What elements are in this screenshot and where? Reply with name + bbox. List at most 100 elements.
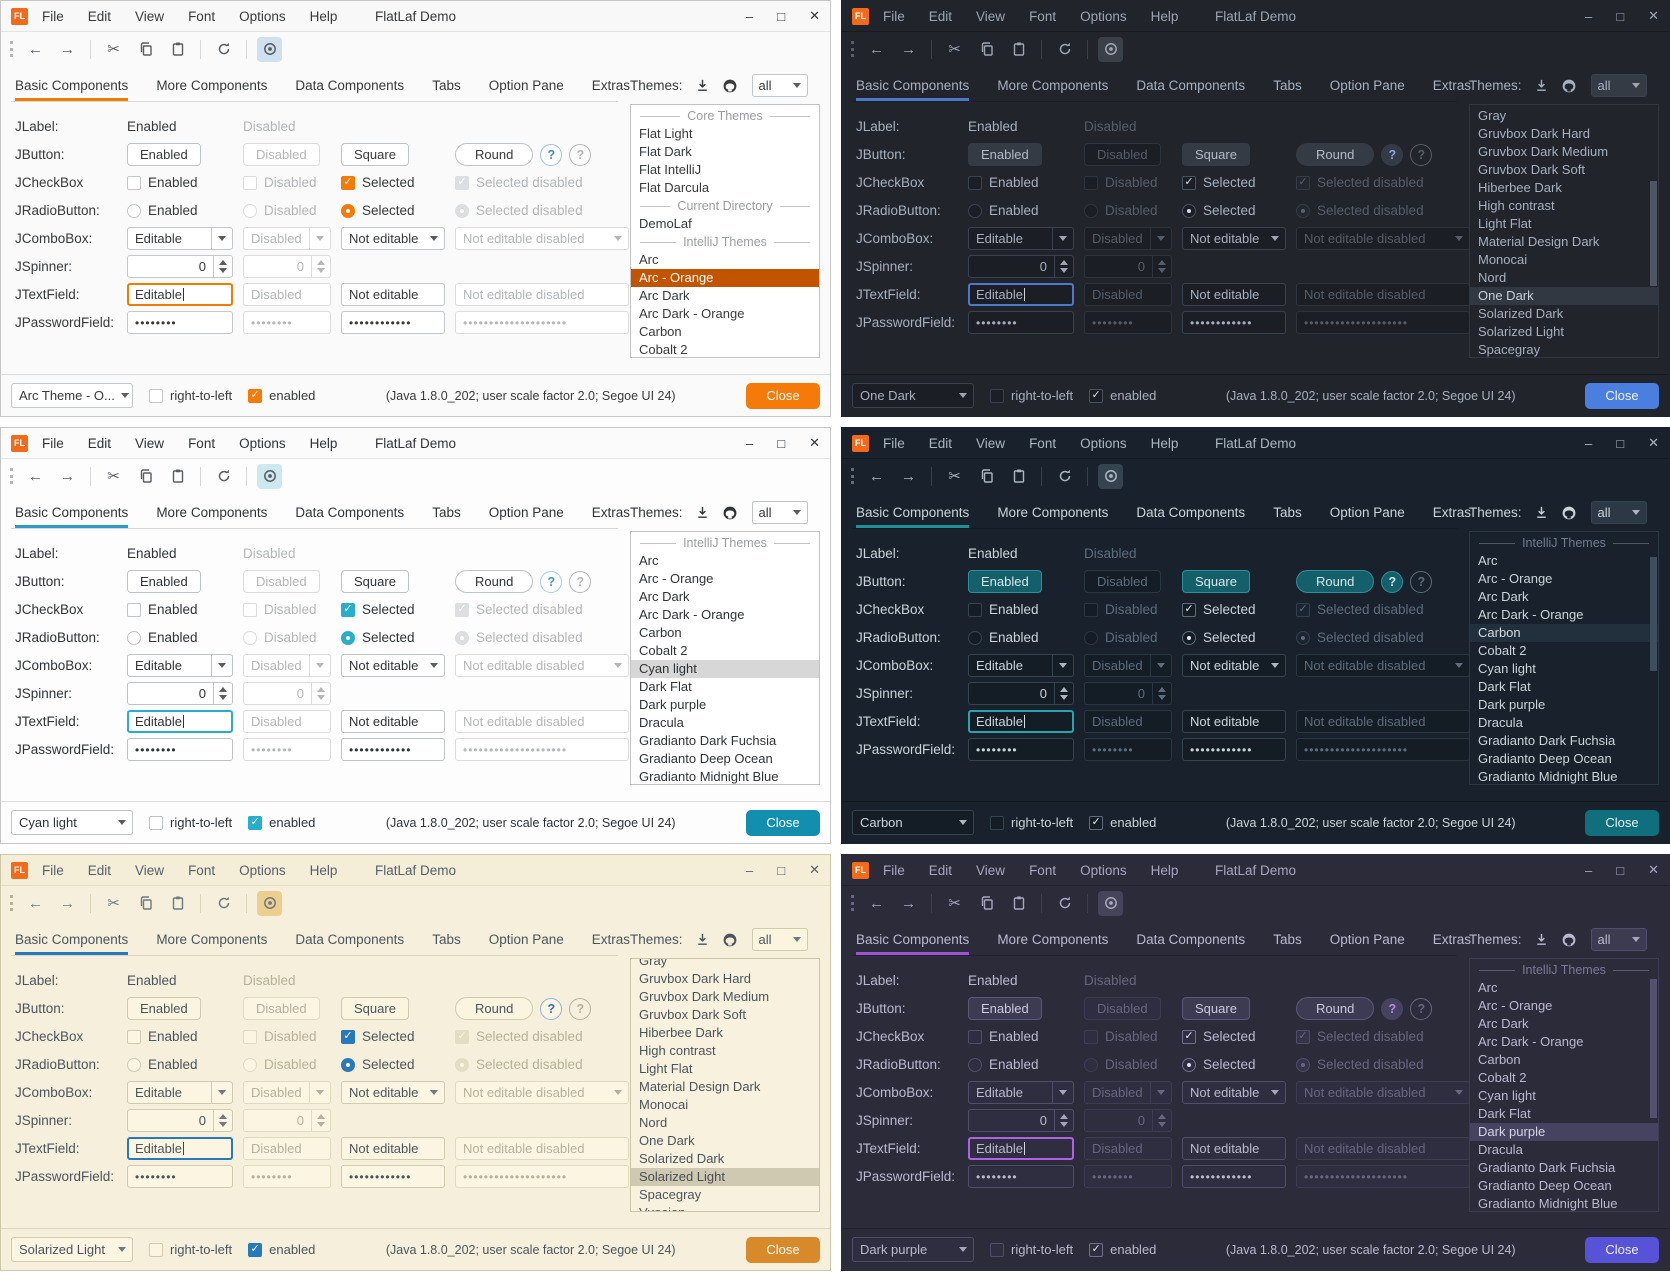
minimize-button[interactable]: – <box>1585 863 1592 878</box>
tab-extras[interactable]: Extras <box>592 497 630 528</box>
spinner-arrows-icon[interactable] <box>1054 683 1073 704</box>
github-icon[interactable] <box>722 932 738 948</box>
theme-combobox[interactable]: Carbon <box>852 810 974 835</box>
theme-list-item[interactable]: Cobalt 2 <box>631 341 819 358</box>
theme-list-item[interactable]: Spacegray <box>1470 341 1658 358</box>
theme-list-item[interactable]: Gray <box>1470 107 1658 125</box>
textfield-noneditable[interactable]: Not editable <box>1182 283 1286 306</box>
chevron-down-icon[interactable] <box>1052 1082 1073 1103</box>
enabled-button[interactable]: Enabled <box>127 570 201 593</box>
textfield-noneditable[interactable]: Not editable <box>1182 710 1286 733</box>
menu-edit[interactable]: Edit <box>88 9 111 24</box>
theme-list-item[interactable]: Flat Light <box>631 125 819 143</box>
theme-list-item[interactable]: Dark Flat <box>1470 1105 1658 1123</box>
theme-list-item[interactable]: Carbon <box>1470 1051 1658 1069</box>
themes-list[interactable]: IntelliJ ThemesArcArc - OrangeArc DarkAr… <box>1469 531 1659 785</box>
chevron-down-icon[interactable] <box>115 384 133 407</box>
download-icon[interactable] <box>1534 505 1549 520</box>
theme-list-item-selected[interactable]: Arc - Orange <box>631 269 819 287</box>
tab-option-pane[interactable]: Option Pane <box>489 924 564 955</box>
menu-view[interactable]: View <box>135 436 164 451</box>
tab-more-components[interactable]: More Components <box>997 924 1108 955</box>
theme-list-item[interactable]: Arc <box>1470 979 1658 997</box>
close-window-button[interactable]: ✕ <box>1648 862 1659 878</box>
minimize-button[interactable]: – <box>746 9 753 24</box>
spinner-enabled[interactable]: 0 <box>968 682 1074 705</box>
checkbox-selected[interactable]: ✓ <box>341 1030 355 1044</box>
chevron-down-icon[interactable] <box>211 228 232 249</box>
theme-list-item[interactable]: Arc - Orange <box>1470 570 1658 588</box>
tab-basic-components[interactable]: Basic Components <box>856 924 969 955</box>
tab-option-pane[interactable]: Option Pane <box>1330 497 1405 528</box>
spinner-enabled[interactable]: 0 <box>968 1109 1074 1132</box>
close-button[interactable]: Close <box>1585 1237 1659 1263</box>
chevron-down-icon[interactable] <box>1265 655 1285 676</box>
back-button[interactable]: ← <box>864 37 889 62</box>
square-button[interactable]: Square <box>341 143 409 166</box>
tab-extras[interactable]: Extras <box>1433 497 1471 528</box>
tab-extras[interactable]: Extras <box>1433 70 1471 101</box>
theme-list-item-selected[interactable]: Cyan light <box>631 660 819 678</box>
copy-icon[interactable] <box>974 464 999 489</box>
radio-selected[interactable] <box>1182 631 1196 645</box>
round-button[interactable]: Round <box>455 997 533 1020</box>
tab-tabs[interactable]: Tabs <box>1273 70 1302 101</box>
checkbox-enabled[interactable] <box>968 603 982 617</box>
theme-list-item[interactable]: Cyan light <box>1470 660 1658 678</box>
help-button[interactable]: ? <box>540 998 562 1020</box>
menu-font[interactable]: Font <box>1029 863 1056 878</box>
download-icon[interactable] <box>695 505 710 520</box>
chevron-down-icon[interactable] <box>424 1082 444 1103</box>
theme-filter-combobox[interactable]: all <box>1591 501 1647 524</box>
copy-icon[interactable] <box>133 891 158 916</box>
menu-edit[interactable]: Edit <box>929 863 952 878</box>
passwordfield-noneditable[interactable]: •••••••••••• <box>1182 738 1286 761</box>
textfield-editable[interactable]: Editable <box>968 283 1074 306</box>
themes-list[interactable]: GrayGruvbox Dark HardGruvbox Dark Medium… <box>630 958 820 1212</box>
checkbox-enabled[interactable] <box>968 1030 982 1044</box>
chevron-down-icon[interactable] <box>953 811 973 834</box>
theme-combobox[interactable]: Solarized Light <box>11 1237 133 1262</box>
theme-filter-combobox[interactable]: all <box>752 501 808 524</box>
theme-list-item[interactable]: Gruvbox Dark Hard <box>1470 125 1658 143</box>
tab-option-pane[interactable]: Option Pane <box>1330 924 1405 955</box>
spinner-value[interactable]: 0 <box>1040 686 1054 701</box>
theme-list-item[interactable]: Arc Dark - Orange <box>631 606 819 624</box>
copy-icon[interactable] <box>974 37 999 62</box>
radio-selected[interactable] <box>1182 204 1196 218</box>
themes-list[interactable]: IntelliJ ThemesArcArc - OrangeArc DarkAr… <box>630 531 820 785</box>
download-icon[interactable] <box>1534 78 1549 93</box>
checkbox-enabled[interactable] <box>127 1030 141 1044</box>
radio-enabled[interactable] <box>127 631 141 645</box>
textfield-noneditable[interactable]: Not editable <box>341 1137 445 1160</box>
toolbar-grip[interactable] <box>851 41 854 57</box>
theme-list-item[interactable]: Dark Flat <box>1470 678 1658 696</box>
menu-font[interactable]: Font <box>1029 9 1056 24</box>
round-button[interactable]: Round <box>455 143 533 166</box>
help-button[interactable]: ? <box>1381 144 1403 166</box>
combobox-editable[interactable]: Editable <box>127 1081 233 1104</box>
passwordfield-editable[interactable]: •••••••• <box>968 1165 1074 1188</box>
theme-list-item[interactable]: Arc Dark - Orange <box>1470 606 1658 624</box>
radio-enabled[interactable] <box>127 1058 141 1072</box>
forward-button[interactable]: → <box>896 464 921 489</box>
close-button[interactable]: Close <box>746 1237 820 1263</box>
round-button[interactable]: Round <box>1296 143 1374 166</box>
tab-basic-components[interactable]: Basic Components <box>15 497 128 528</box>
cut-icon[interactable]: ✂ <box>942 37 967 62</box>
combobox-noneditable[interactable]: Not editable <box>1182 1081 1286 1104</box>
help-button[interactable]: ? <box>540 144 562 166</box>
enabled-button[interactable]: Enabled <box>968 570 1042 593</box>
close-window-button[interactable]: ✕ <box>1648 8 1659 24</box>
theme-list-item[interactable]: Cobalt 2 <box>1470 1069 1658 1087</box>
scrollbar-thumb[interactable] <box>1650 979 1657 1118</box>
round-button[interactable]: Round <box>455 570 533 593</box>
theme-list-item[interactable]: Carbon <box>631 624 819 642</box>
combobox-editable[interactable]: Editable <box>968 1081 1074 1104</box>
menu-options[interactable]: Options <box>239 436 286 451</box>
textfield-editable[interactable]: Editable <box>968 710 1074 733</box>
chevron-down-icon[interactable] <box>1052 228 1073 249</box>
chevron-down-icon[interactable] <box>211 655 232 676</box>
menu-edit[interactable]: Edit <box>88 436 111 451</box>
chevron-down-icon[interactable] <box>211 1082 232 1103</box>
